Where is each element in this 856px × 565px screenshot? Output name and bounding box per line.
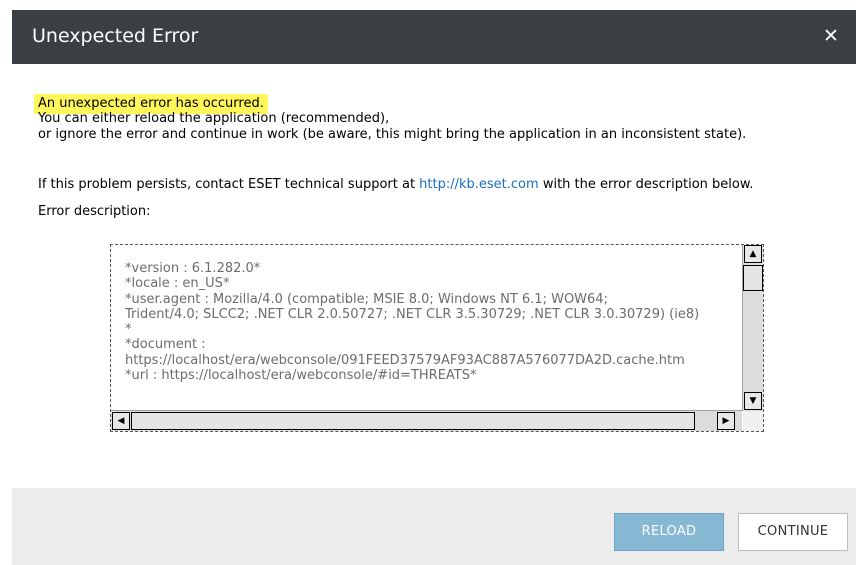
horizontal-scroll-thumb[interactable] <box>131 412 695 430</box>
support-prefix: If this problem persists, contact ESET t… <box>38 177 420 192</box>
support-text: If this problem persists, contact ESET t… <box>38 177 753 192</box>
continue-hint: or ignore the error and continue in work… <box>38 127 747 142</box>
error-description-box[interactable]: *version : 6.1.282.0* *locale : en_US* *… <box>110 244 764 432</box>
scroll-down-arrow-icon[interactable]: ▼ <box>744 392 762 410</box>
reload-button[interactable]: RELOAD <box>614 513 724 551</box>
continue-button[interactable]: CONTINUE <box>738 513 848 551</box>
reload-hint: You can either reload the application (r… <box>38 111 390 126</box>
dialog-title: Unexpected Error <box>32 25 199 47</box>
error-description-label: Error description: <box>38 204 151 219</box>
scrollbar-corner <box>743 411 763 431</box>
support-link[interactable]: http://kb.eset.com <box>419 177 539 192</box>
dialog-footer: RELOAD CONTINUE <box>12 488 856 565</box>
dialog-body: An unexpected error has occurred. You ca… <box>12 64 856 488</box>
dialog-titlebar: Unexpected Error ✕ <box>12 10 856 64</box>
horizontal-scrollbar[interactable]: ◀ ▶ <box>111 410 742 431</box>
scroll-up-arrow-icon[interactable]: ▲ <box>744 245 762 263</box>
support-suffix: with the error description below. <box>538 177 754 192</box>
scroll-left-arrow-icon[interactable]: ◀ <box>112 412 130 430</box>
vertical-scrollbar[interactable]: ▲ ▼ <box>742 245 763 411</box>
scroll-right-arrow-icon[interactable]: ▶ <box>717 412 735 430</box>
error-dialog: Unexpected Error ✕ An unexpected error h… <box>12 10 856 565</box>
error-headline-line: An unexpected error has occurred. <box>34 94 268 114</box>
error-description-text[interactable]: *version : 6.1.282.0* *locale : en_US* *… <box>125 261 739 405</box>
vertical-scroll-thumb[interactable] <box>743 265 763 291</box>
close-icon[interactable]: ✕ <box>820 24 842 48</box>
